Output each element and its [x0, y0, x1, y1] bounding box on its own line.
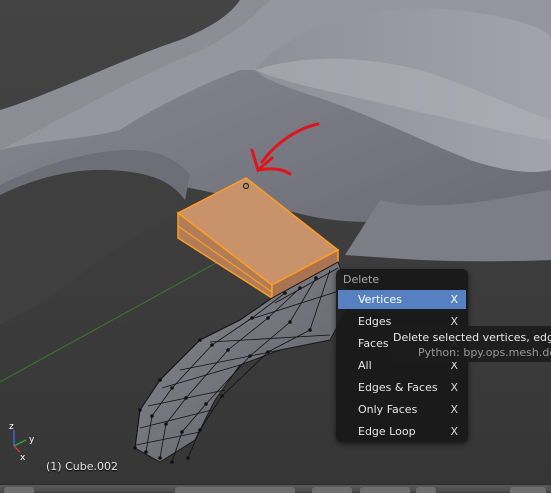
- menu-item-label: All: [358, 359, 372, 372]
- menu-item-label: Edge Loop: [358, 425, 416, 438]
- menu-item-label: Faces: [358, 337, 389, 350]
- tooltip: Delete selected vertices, edges Python: …: [388, 326, 551, 362]
- axis-label-y: y: [29, 435, 35, 445]
- axis-label-x: x: [20, 453, 26, 463]
- menu-item-vertices[interactable]: Vertices X: [338, 290, 466, 309]
- manipulator-toggle[interactable]: [416, 487, 436, 493]
- menu-item-label: Edges & Faces: [358, 381, 438, 394]
- menu-item-shortcut: X: [450, 381, 458, 394]
- tooltip-python-path: Python: bpy.ops.mesh.delet: [418, 346, 551, 359]
- 3d-viewport[interactable]: y z x (1) Cube.002 Delete Vertices X Edg…: [0, 0, 551, 484]
- axis-label-z: z: [9, 422, 14, 432]
- menu-item-shortcut: X: [450, 425, 458, 438]
- tooltip-description: Delete selected vertices, edges: [393, 331, 551, 344]
- menu-item-edge-loop[interactable]: Edge Loop X: [338, 422, 466, 441]
- editor-type-button[interactable]: [4, 487, 34, 493]
- delete-menu-title: Delete: [343, 273, 380, 286]
- menu-item-label: Edges: [358, 315, 392, 328]
- menu-item-label: Vertices: [358, 293, 402, 306]
- mode-selector[interactable]: [175, 487, 295, 493]
- pivot-selector[interactable]: [360, 487, 410, 493]
- shading-selector[interactable]: [312, 487, 352, 493]
- menu-item-label: Only Faces: [358, 403, 418, 416]
- menu-item-edges-and-faces[interactable]: Edges & Faces X: [338, 378, 466, 397]
- object-info-label: (1) Cube.002: [46, 460, 118, 473]
- layer-buttons[interactable]: [510, 487, 546, 493]
- menu-item-shortcut: X: [450, 293, 458, 306]
- menu-item-shortcut: X: [450, 403, 458, 416]
- menu-item-only-faces[interactable]: Only Faces X: [338, 400, 466, 419]
- scene-render: y z x: [0, 0, 551, 484]
